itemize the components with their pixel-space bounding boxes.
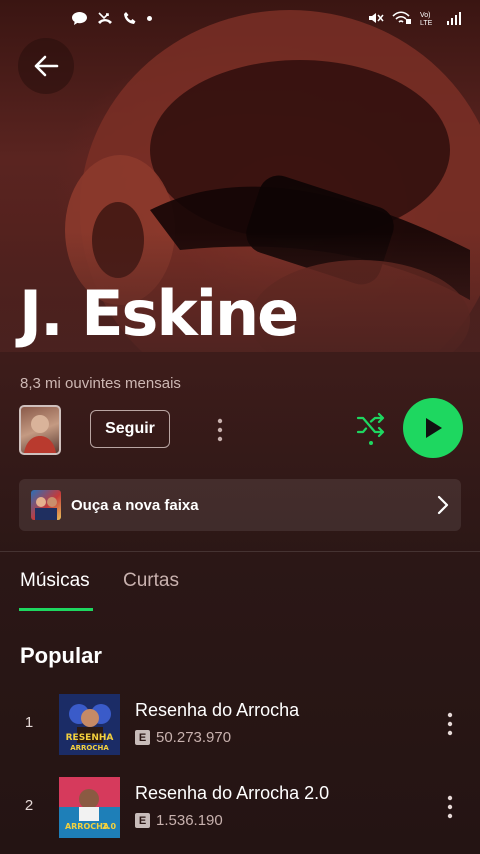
- artist-avatar-icon: [24, 415, 56, 453]
- album-cover-icon: ARROCHA 2.0: [59, 777, 120, 838]
- explicit-badge: E: [135, 730, 150, 745]
- follow-button[interactable]: Seguir: [90, 410, 170, 448]
- svg-text:Vo): Vo): [420, 12, 431, 19]
- new-track-cover: [31, 490, 61, 520]
- more-options-button[interactable]: [208, 414, 232, 446]
- popular-heading: Popular: [20, 643, 102, 668]
- play-button[interactable]: [403, 398, 463, 458]
- album-cover-icon: RESENHA ARROCHA: [59, 694, 120, 755]
- active-tab-indicator: [19, 608, 93, 611]
- artist-controls: Seguir: [0, 398, 480, 460]
- mute-icon: [369, 13, 384, 23]
- wifi-call-icon: [392, 11, 411, 24]
- phone-icon: [124, 12, 136, 24]
- content-tabs: Músicas Curtas: [0, 560, 480, 612]
- chevron-right-icon: [437, 495, 449, 515]
- play-icon: [426, 418, 442, 438]
- status-bar: Vo) LTE: [0, 0, 480, 36]
- chat-bubble-icon: [72, 11, 87, 25]
- track-more-button[interactable]: [438, 791, 462, 823]
- artist-name: J. Eskine: [19, 277, 299, 350]
- svg-text:LTE: LTE: [420, 20, 433, 26]
- notification-dot-icon: [147, 15, 152, 21]
- track-title: Resenha do Arrocha 2.0: [135, 783, 330, 803]
- status-right: Vo) LTE: [368, 10, 462, 26]
- status-left: [72, 11, 152, 25]
- track-more-button[interactable]: [438, 708, 462, 740]
- volte-icon: Vo)LTE: [420, 12, 433, 26]
- new-track-label: Ouça a nova faixa: [71, 496, 199, 514]
- track-cover: ARROCHA 2.0: [59, 777, 120, 838]
- svg-text:2.0: 2.0: [102, 822, 117, 831]
- arrow-left-icon: [34, 55, 59, 77]
- signal-icon: [447, 12, 461, 25]
- new-track-banner[interactable]: Ouça a nova faixa: [19, 479, 461, 531]
- more-vertical-icon: [447, 712, 453, 736]
- track-cover: RESENHA ARROCHA: [59, 694, 120, 755]
- back-button[interactable]: [18, 38, 74, 94]
- tab-shorts[interactable]: Curtas: [123, 570, 179, 592]
- svg-text:ARROCHA: ARROCHA: [70, 744, 109, 752]
- section-divider: [0, 551, 480, 552]
- monthly-listeners: 8,3 mi ouvintes mensais: [20, 375, 181, 392]
- play-count: 50.273.970: [156, 729, 232, 746]
- more-vertical-icon: [217, 418, 223, 442]
- track-meta: E 1.536.190: [135, 812, 223, 829]
- shuffle-icon: [356, 412, 385, 445]
- missed-call-icon: [98, 12, 112, 24]
- track-meta: E 50.273.970: [135, 729, 231, 746]
- shuffle-button[interactable]: [354, 411, 388, 447]
- explicit-badge: E: [135, 813, 150, 828]
- track-row[interactable]: 2 ARROCHA 2.0 Resenha do Arrocha 2.0 E 1…: [0, 777, 480, 841]
- tab-songs[interactable]: Músicas: [20, 570, 90, 592]
- cover-art-icon: [35, 497, 57, 520]
- track-rank: 1: [24, 714, 34, 731]
- artist-thumbnail[interactable]: [19, 405, 61, 455]
- more-vertical-icon: [447, 795, 453, 819]
- svg-text:RESENHA: RESENHA: [66, 733, 114, 743]
- track-title: Resenha do Arrocha: [135, 700, 300, 720]
- play-count: 1.536.190: [156, 812, 223, 829]
- track-rank: 2: [24, 797, 34, 814]
- track-row[interactable]: 1 RESENHA ARROCHA Resenha do Arrocha E 5…: [0, 694, 480, 758]
